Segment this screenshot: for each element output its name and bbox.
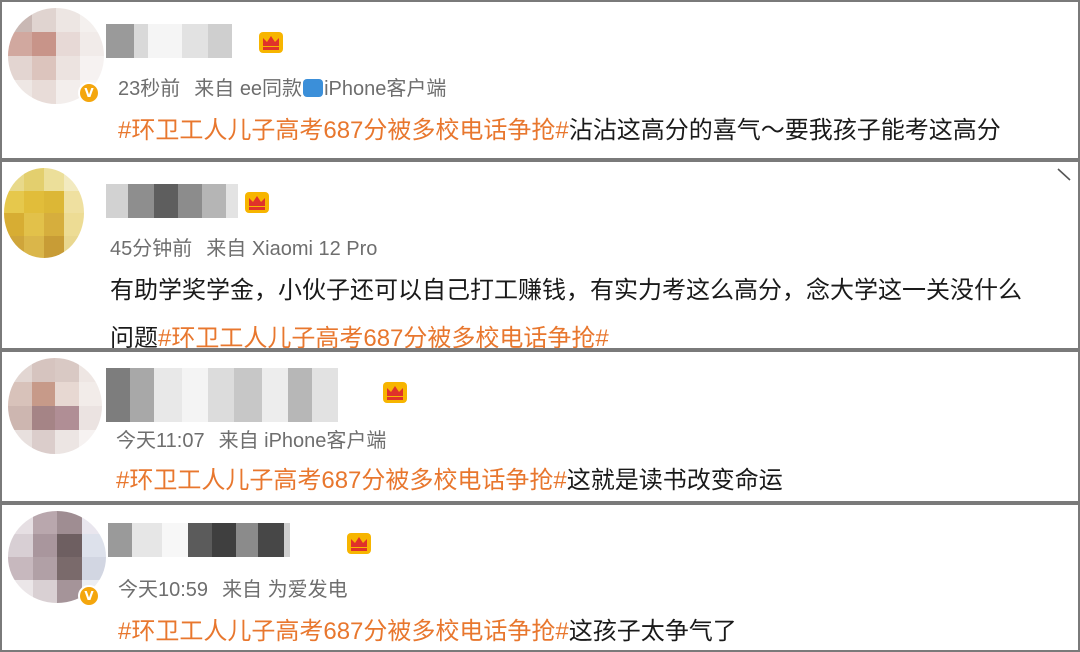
- comment-card: V 23秒前 来自 ee同款 iPhone客户端 #环卫工人儿子高考687分被多校电…: [0, 0, 1080, 160]
- comment-card: 45分钟前 来自 Xiaomi 12 Pro 有助学奖学金，小伙子还可以自己打工赚…: [0, 160, 1080, 350]
- avatar[interactable]: [8, 358, 102, 454]
- post-time: 今天11:07: [116, 430, 205, 452]
- comment-card: V 今天10:59 来自 为爱发电 #环卫工人儿子高考687分被多校电话争抢#这孩…: [0, 503, 1080, 652]
- comment-text: #环卫工人儿子高考687分被多校电话争抢#沾沾这高分的喜气～要我孩子能考这高分: [118, 110, 1001, 145]
- source-prefix: 来自: [206, 238, 247, 260]
- vip-crown-icon: [259, 32, 283, 53]
- username-redacted[interactable]: [106, 184, 238, 218]
- post-time: 今天10:59: [118, 579, 209, 601]
- chevron-collapse-icon[interactable]: [1056, 166, 1072, 182]
- hashtag-link[interactable]: #环卫工人儿子高考687分被多校电话争抢#: [116, 467, 567, 494]
- source-prefix: 来自: [194, 78, 235, 100]
- vip-crown-icon: [347, 533, 371, 554]
- device-source[interactable]: 为爱发电: [268, 579, 348, 601]
- comment-feed: V 23秒前 来自 ee同款 iPhone客户端 #环卫工人儿子高考687分被多校电…: [0, 0, 1080, 652]
- device-model-icon: [303, 79, 324, 97]
- comment-text: #环卫工人儿子高考687分被多校电话争抢#这就是读书改变命运: [116, 460, 783, 495]
- comment-text-line-1: 有助学奖学金，小伙子还可以自己打工赚钱，有实力考这么高分，念大学这一关没什么: [110, 277, 1022, 304]
- comment-content: 沾沾这高分的喜气～要我孩子能考这高分: [568, 117, 1001, 144]
- verified-v-icon: V: [78, 585, 100, 607]
- username-redacted[interactable]: [106, 24, 232, 58]
- post-meta: 45分钟前 来自 Xiaomi 12 Pro: [110, 232, 377, 261]
- hashtag-link[interactable]: #环卫工人儿子高考687分被多校电话争抢#: [118, 117, 569, 144]
- device-source-client[interactable]: iPhone客户端: [324, 78, 446, 100]
- post-meta: 今天10:59 来自 为爱发电: [118, 573, 348, 602]
- device-source[interactable]: ee同款: [240, 78, 302, 100]
- comment-text: #环卫工人儿子高考687分被多校电话争抢#这孩子太争气了: [118, 611, 737, 646]
- comment-content: 这孩子太争气了: [568, 618, 737, 645]
- comment-text-line-2: 问题#环卫工人儿子高考687分被多校电话争抢#: [110, 318, 609, 350]
- username-redacted[interactable]: [106, 368, 338, 422]
- verified-v-icon: V: [78, 82, 100, 104]
- post-meta: 今天11:07 来自 iPhone客户端: [116, 424, 386, 453]
- hashtag-link[interactable]: #环卫工人儿子高考687分被多校电话争抢#: [158, 325, 609, 348]
- post-time: 23秒前: [118, 78, 181, 100]
- device-source[interactable]: iPhone客户端: [264, 430, 386, 452]
- post-meta: 23秒前 来自 ee同款 iPhone客户端: [118, 72, 446, 101]
- source-prefix: 来自: [218, 430, 259, 452]
- comment-content: 问题: [110, 325, 158, 350]
- username-redacted[interactable]: [108, 523, 290, 557]
- avatar[interactable]: [4, 168, 84, 258]
- post-time: 45分钟前: [110, 238, 193, 260]
- source-prefix: 来自: [222, 579, 263, 601]
- comment-card: 今天11:07 来自 iPhone客户端 #环卫工人儿子高考687分被多校电话争抢…: [0, 350, 1080, 503]
- device-source[interactable]: Xiaomi 12 Pro: [252, 238, 378, 260]
- vip-crown-icon: [245, 192, 269, 213]
- hashtag-link[interactable]: #环卫工人儿子高考687分被多校电话争抢#: [118, 618, 569, 645]
- comment-content: 这就是读书改变命运: [566, 467, 783, 494]
- vip-crown-icon: [383, 382, 407, 403]
